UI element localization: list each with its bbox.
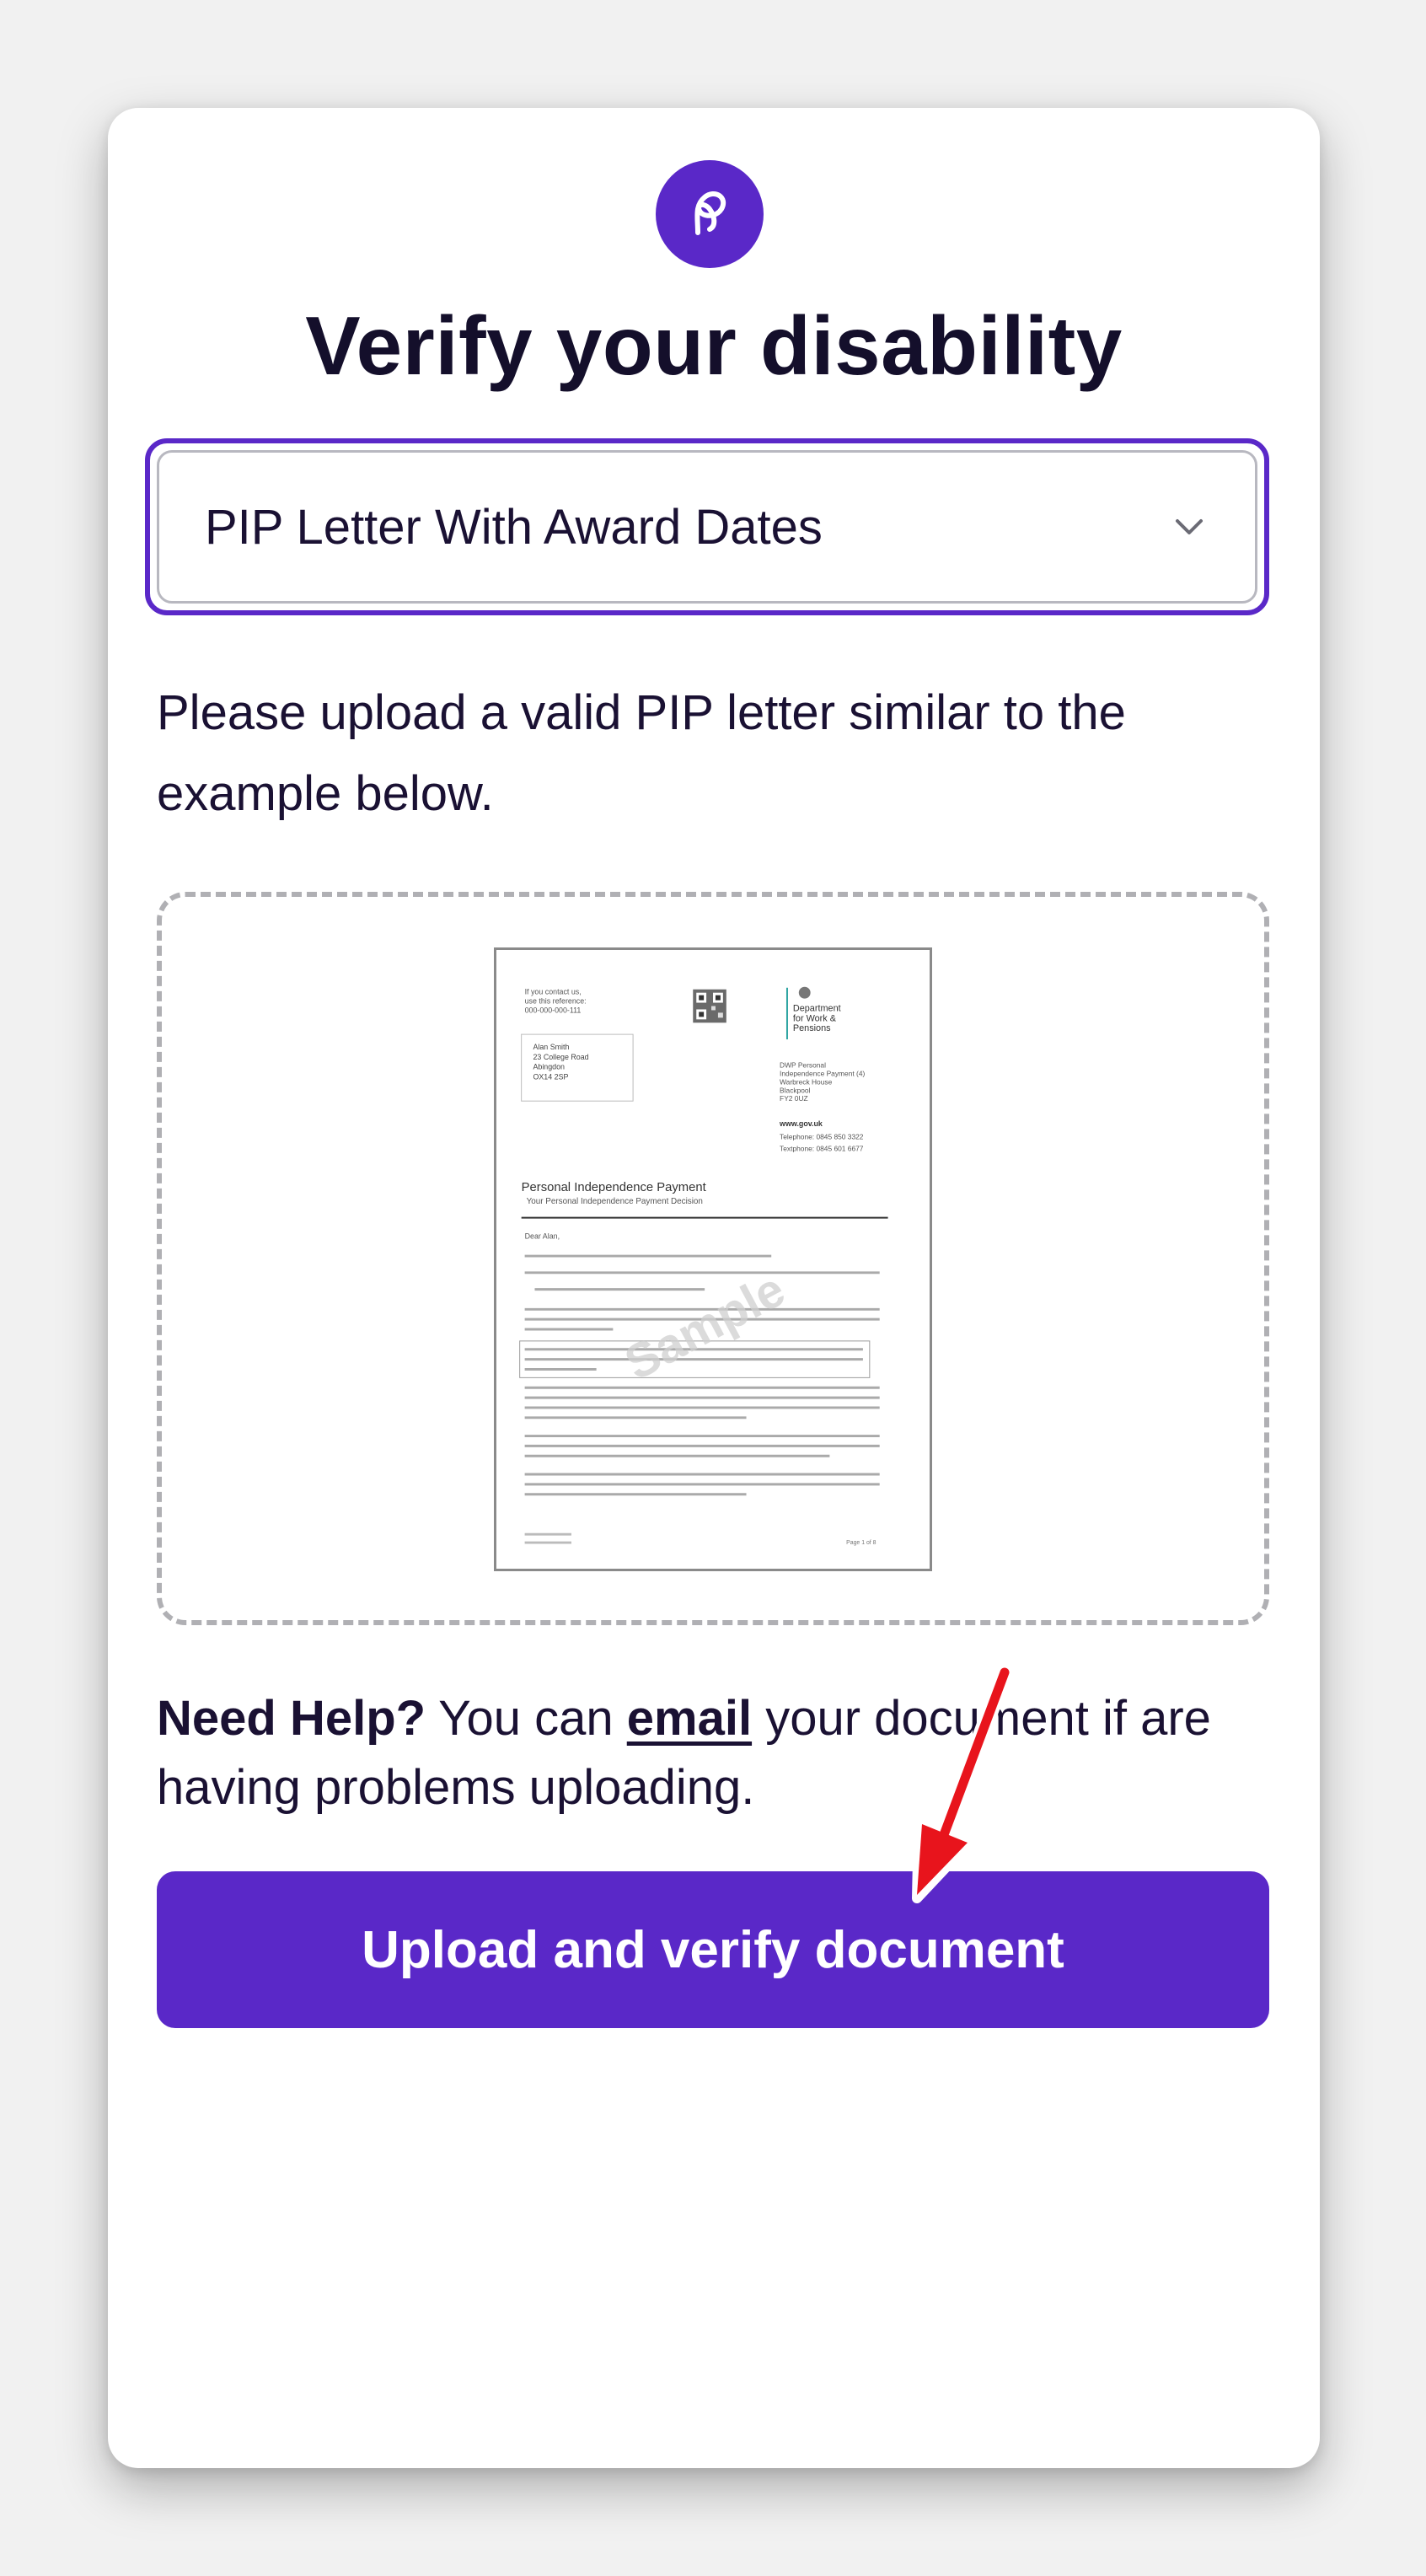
doc-office-line-1: DWP Personal <box>780 1061 826 1070</box>
doc-office-line-4: Blackpool <box>780 1086 811 1094</box>
sample-document-preview: If you contact us, use this reference: 0… <box>494 947 932 1571</box>
doc-greeting: Dear Alan, <box>525 1232 560 1240</box>
doc-page-label: Page 1 of 8 <box>846 1540 876 1546</box>
p-logo-icon <box>656 160 764 268</box>
doc-department-line-1: Department <box>793 1003 841 1013</box>
sample-letter-image: If you contact us, use this reference: 0… <box>519 986 888 1546</box>
page-title: Verify your disability <box>305 299 1123 392</box>
help-text-before: You can <box>426 1691 627 1746</box>
doc-website: www.gov.uk <box>779 1119 823 1128</box>
doc-contact-line-3: 000-000-000-111 <box>525 1006 582 1014</box>
upload-dropzone[interactable]: If you contact us, use this reference: 0… <box>157 892 1269 1625</box>
document-type-selected-value: PIP Letter With Award Dates <box>205 499 823 555</box>
doc-address-line-2: 23 College Road <box>533 1053 588 1061</box>
doc-contact-line-1: If you contact us, <box>525 988 582 996</box>
doc-address-line-1: Alan Smith <box>533 1043 569 1051</box>
qr-code-icon <box>693 989 726 1023</box>
help-text: Need Help? You can email your document i… <box>157 1684 1269 1822</box>
doc-contact-line-2: use this reference: <box>525 997 587 1006</box>
document-type-select[interactable]: PIP Letter With Award Dates <box>157 450 1257 604</box>
doc-department-line-2: for Work & <box>793 1013 837 1023</box>
verification-card: Verify your disability PIP Letter With A… <box>108 108 1320 2468</box>
p-logo-glyph <box>694 191 726 235</box>
upload-verify-button[interactable]: Upload and verify document <box>157 1871 1269 2028</box>
doc-subheading: Your Personal Independence Payment Decis… <box>527 1197 703 1206</box>
doc-address-line-3: Abingdon <box>533 1063 565 1071</box>
doc-office-line-5: FY2 0UZ <box>780 1094 808 1103</box>
email-link[interactable]: email <box>627 1691 752 1746</box>
doc-body-lines <box>524 1254 880 1496</box>
upload-instructions: Please upload a valid PIP letter similar… <box>157 685 1126 821</box>
doc-office-line-3: Warbreck House <box>780 1077 833 1086</box>
chevron-down-icon <box>1176 519 1203 534</box>
doc-telephone-2: Textphone: 0845 601 6677 <box>780 1145 864 1153</box>
doc-address-line-4: OX14 2SP <box>533 1072 568 1081</box>
doc-telephone-1: Telephone: 0845 850 3322 <box>780 1133 864 1141</box>
doc-department-line-3: Pensions <box>793 1023 831 1033</box>
doc-heading: Personal Independence Payment <box>522 1181 706 1194</box>
help-lead: Need Help? <box>157 1691 426 1746</box>
sample-watermark: Sample <box>616 1263 793 1391</box>
doc-office-line-2: Independence Payment (4) <box>780 1070 865 1078</box>
